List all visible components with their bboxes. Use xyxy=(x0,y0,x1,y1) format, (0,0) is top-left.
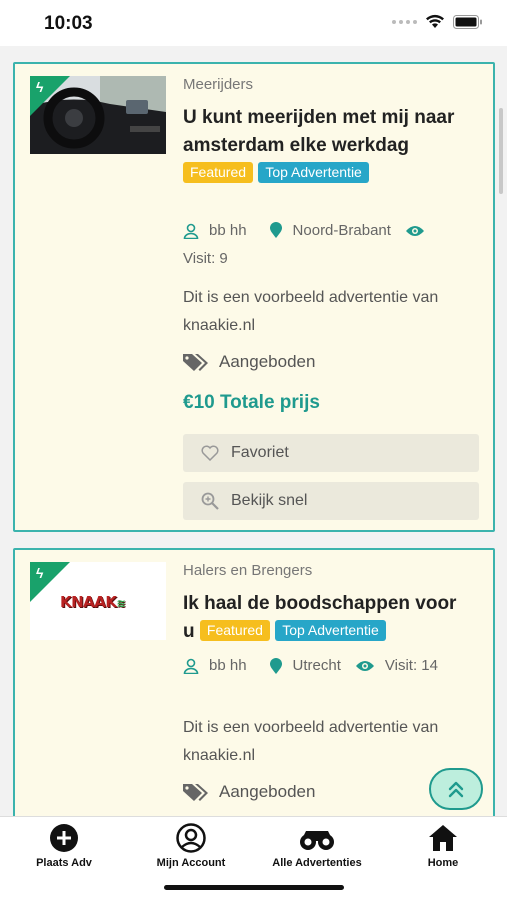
top-ad-badge: Top Advertentie xyxy=(258,162,369,183)
battery-icon xyxy=(453,14,482,29)
listing-title-text[interactable]: U kunt meerijden met mij naar amsterdam … xyxy=(183,107,454,156)
heart-icon xyxy=(201,445,219,461)
listing-visits: Visit: 9 xyxy=(183,250,228,267)
home-icon xyxy=(429,825,457,851)
user-icon xyxy=(183,658,199,674)
quick-view-button[interactable]: Bekijk snel xyxy=(183,482,479,520)
listing-location: Utrecht xyxy=(292,657,341,674)
listing-offer: Aangeboden xyxy=(183,782,315,802)
tag-icon xyxy=(183,784,208,801)
favorite-label: Favoriet xyxy=(231,444,289,461)
tab-all-ads[interactable]: Alle Advertenties xyxy=(254,823,380,869)
tag-icon xyxy=(183,354,208,371)
listing-description: Dit is een voorbeeld advertentie van kna… xyxy=(183,289,439,334)
user-icon xyxy=(183,223,199,239)
location-pin-icon xyxy=(269,657,282,674)
scrollbar[interactable] xyxy=(499,108,503,194)
featured-badge: Featured xyxy=(183,162,254,183)
listing-description: Dit is een voorbeeld advertentie van kna… xyxy=(183,719,439,764)
eye-icon xyxy=(405,225,424,236)
plus-circle-icon xyxy=(50,824,78,852)
listing-price: €10 Totale prijs xyxy=(183,392,320,413)
home-indicator xyxy=(164,885,344,890)
listing-card[interactable]: ϟ Meerijders U kunt meerijden met mij na… xyxy=(13,62,495,532)
tab-label: Alle Advertenties xyxy=(272,857,362,869)
listing-title[interactable]: U kunt meerijden met mij naar amsterdam … xyxy=(183,104,473,188)
listing-user[interactable]: bb hh xyxy=(209,222,247,239)
eye-icon xyxy=(355,661,374,671)
listing-image[interactable]: ϟ xyxy=(30,76,166,154)
zoom-icon xyxy=(201,492,219,510)
signal-icon xyxy=(392,19,417,24)
featured-badge: Featured xyxy=(199,620,270,641)
status-time: 10:03 xyxy=(44,13,93,34)
listing-user[interactable]: bb hh xyxy=(209,652,247,680)
listing-location: Noord-Brabant xyxy=(292,222,391,239)
status-icons xyxy=(392,14,483,29)
quick-view-label: Bekijk snel xyxy=(231,492,308,509)
listing-title[interactable]: Ik haal de boodschappen voor u Featured … xyxy=(183,590,473,646)
tab-label: Mijn Account xyxy=(156,857,226,869)
tab-label: Plaats Adv xyxy=(36,857,92,869)
wifi-icon xyxy=(426,14,444,28)
listing-category: Meerijders xyxy=(183,76,254,93)
tab-label: Home xyxy=(427,857,459,869)
listing-category: Halers en Brengers xyxy=(183,562,313,579)
bolt-icon: ϟ xyxy=(36,79,44,95)
listing-scroll[interactable]: ϟ Meerijders U kunt meerijden met mij na… xyxy=(0,46,507,816)
bolt-icon: ϟ xyxy=(36,565,44,581)
tab-my-account[interactable]: Mijn Account xyxy=(128,823,254,869)
double-chevron-up-icon xyxy=(448,781,464,798)
location-pin-icon xyxy=(269,222,282,238)
offer-label: Aangeboden xyxy=(219,782,316,801)
listing-offer: Aangeboden xyxy=(183,352,315,372)
favorite-button[interactable]: Favoriet xyxy=(183,434,479,472)
user-circle-icon xyxy=(176,823,206,853)
status-bar: 10:03 xyxy=(0,0,507,46)
binoculars-icon xyxy=(300,831,334,850)
listing-card[interactable]: KNAAK≋ ϟ Halers en Brengers Ik haal de b… xyxy=(13,548,495,816)
listing-visits: Visit: 14 xyxy=(384,657,438,674)
offer-label: Aangeboden xyxy=(219,352,316,371)
scroll-top-button[interactable] xyxy=(429,768,483,810)
tab-place-ad[interactable]: Plaats Adv xyxy=(1,823,127,869)
listing-meta: bb hh Utrecht Visit: 14 xyxy=(183,652,473,680)
tab-home[interactable]: Home xyxy=(380,823,506,869)
listing-image[interactable]: KNAAK≋ ϟ xyxy=(30,562,166,640)
top-ad-badge: Top Advertentie xyxy=(275,620,386,641)
listing-meta: bb hh Noord-Brabant xyxy=(183,222,435,239)
